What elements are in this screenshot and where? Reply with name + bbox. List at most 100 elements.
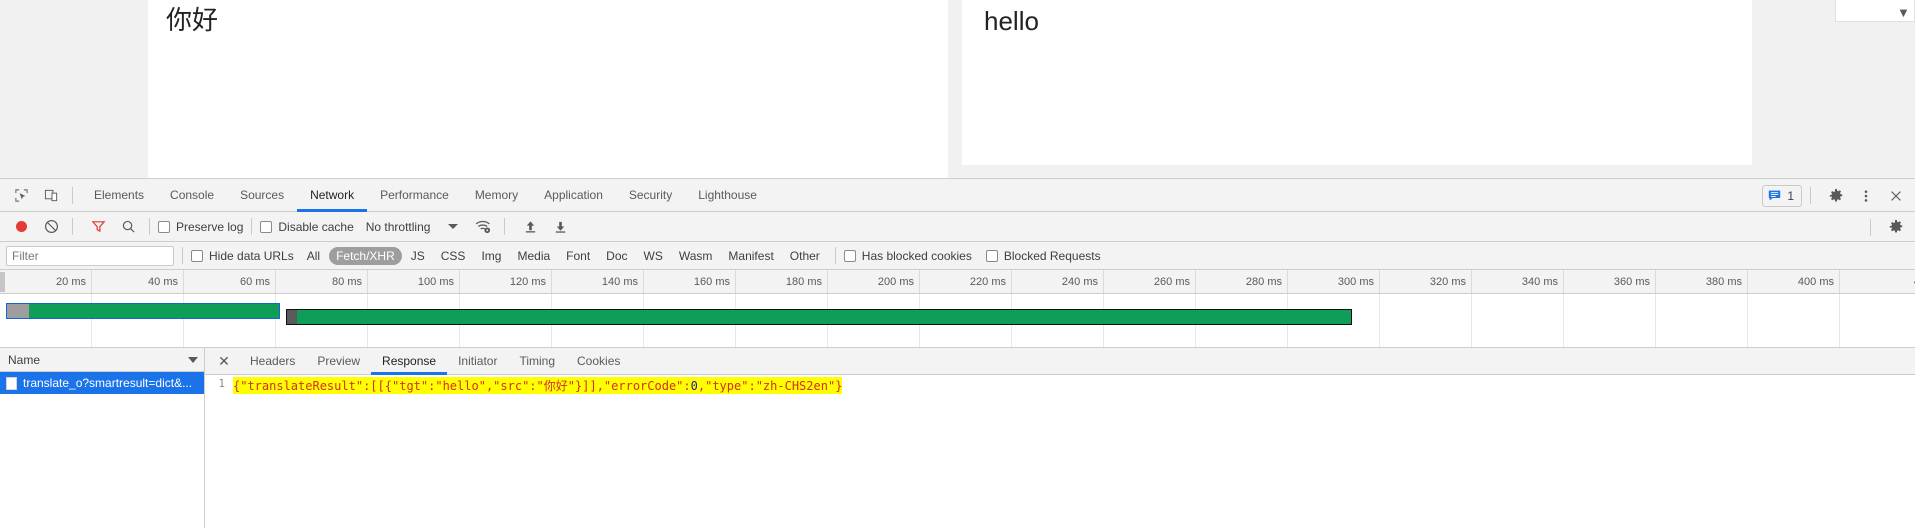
disable-cache-label: Disable cache <box>278 219 354 234</box>
toolbar-divider <box>834 247 836 264</box>
detail-tab-timing[interactable]: Timing <box>508 348 566 375</box>
response-body[interactable]: 1 {"translateResult":[[{"tgt":"hello","s… <box>205 375 1915 528</box>
devtools-tab-list: Elements Console Sources Network Perform… <box>81 179 770 212</box>
overview-gridline <box>1656 294 1748 347</box>
tab-elements[interactable]: Elements <box>81 179 157 212</box>
blocked-requests-label: Blocked Requests <box>1003 248 1101 263</box>
timeline-tick: 360 ms <box>1564 270 1656 293</box>
request-list-header[interactable]: Name <box>0 348 204 372</box>
type-filter-media[interactable]: Media <box>510 247 557 265</box>
chevron-down-icon <box>448 224 459 229</box>
sort-descending-icon <box>188 356 198 363</box>
tab-performance[interactable]: Performance <box>367 179 462 212</box>
close-devtools-icon[interactable] <box>1883 183 1909 209</box>
tab-application[interactable]: Application <box>531 179 616 212</box>
type-filter-font[interactable]: Font <box>559 247 597 265</box>
detail-tab-headers[interactable]: Headers <box>239 348 306 375</box>
checkbox-box <box>843 249 856 262</box>
network-overview[interactable] <box>0 294 1915 348</box>
line-number: 1 <box>218 377 225 390</box>
hide-data-urls-checkbox[interactable]: Hide data URLs <box>191 249 294 263</box>
record-button[interactable] <box>8 214 34 240</box>
timeline-tick: 40 ms <box>92 270 184 293</box>
detail-tab-preview[interactable]: Preview <box>306 348 371 375</box>
network-body: Name translate_o?smartresult=dict&... ✕ … <box>0 348 1915 528</box>
request-name: translate_o?smartresult=dict&... <box>23 376 193 390</box>
message-icon <box>1769 190 1781 201</box>
tab-memory[interactable]: Memory <box>462 179 531 212</box>
response-json-text[interactable]: {"translateResult":[[{"tgt":"hello","src… <box>233 377 843 394</box>
gear-icon[interactable] <box>1823 183 1849 209</box>
filter-input[interactable] <box>6 245 174 266</box>
clear-button[interactable] <box>38 214 64 240</box>
type-filter-doc[interactable]: Doc <box>599 247 634 265</box>
has-blocked-cookies-checkbox[interactable]: Has blocked cookies <box>843 248 972 263</box>
blocked-requests-checkbox[interactable]: Blocked Requests <box>985 248 1101 263</box>
tab-sources[interactable]: Sources <box>227 179 297 212</box>
type-filter-img[interactable]: Img <box>474 247 508 265</box>
type-filter-fetch-xhr[interactable]: Fetch/XHR <box>329 246 402 265</box>
type-filter-css[interactable]: CSS <box>434 247 473 265</box>
export-har-icon[interactable] <box>547 214 573 240</box>
checkbox-box <box>985 249 998 262</box>
overview-gridline <box>1840 294 1915 347</box>
message-count: 1 <box>1787 188 1794 203</box>
type-filter-ws[interactable]: WS <box>637 247 670 265</box>
toolbar-divider <box>504 218 506 235</box>
type-filter-all[interactable]: All <box>300 247 327 265</box>
tab-lighthouse[interactable]: Lighthouse <box>685 179 770 212</box>
response-line: 1 {"translateResult":[[{"tgt":"hello","s… <box>205 375 1915 394</box>
close-detail-icon[interactable]: ✕ <box>213 353 235 370</box>
wifi-settings-icon[interactable] <box>470 214 496 240</box>
column-header-name: Name <box>8 352 41 367</box>
tab-network[interactable]: Network <box>297 179 368 212</box>
timeline-tick: 20 ms <box>0 270 92 293</box>
throttling-select[interactable]: No throttling <box>366 220 459 234</box>
overview-bar-download <box>297 310 1351 324</box>
resource-type-filters: All Fetch/XHR JS CSS Img Media Font Doc … <box>300 246 827 265</box>
timeline-tick: 220 ms <box>920 270 1012 293</box>
overview-gridline <box>1748 294 1840 347</box>
overview-request-bar[interactable] <box>286 309 1352 325</box>
detail-tab-cookies[interactable]: Cookies <box>566 348 631 375</box>
source-text: 你好 <box>166 6 219 36</box>
devtools-panel: Elements Console Sources Network Perform… <box>0 178 1915 528</box>
detail-tab-initiator[interactable]: Initiator <box>447 348 508 375</box>
timeline-tick: 200 ms <box>828 270 920 293</box>
message-count-badge[interactable]: 1 <box>1762 184 1802 207</box>
timeline-tick: 280 ms <box>1196 270 1288 293</box>
timeline-tick: 180 ms <box>736 270 828 293</box>
has-blocked-cookies-label: Has blocked cookies <box>861 248 972 263</box>
request-list: Name translate_o?smartresult=dict&... <box>0 348 205 528</box>
table-row[interactable]: translate_o?smartresult=dict&... <box>0 372 204 394</box>
filter-button[interactable] <box>85 214 111 240</box>
toolbar-divider <box>72 218 73 235</box>
type-filter-other[interactable]: Other <box>783 247 827 265</box>
detail-tab-response[interactable]: Response <box>371 348 448 375</box>
type-filter-js[interactable]: JS <box>404 247 432 265</box>
timeline-tick: 100 ms <box>368 270 460 293</box>
devtools-tabbar: Elements Console Sources Network Perform… <box>0 179 1915 212</box>
type-filter-wasm[interactable]: Wasm <box>672 247 720 265</box>
timeline-tick: 160 ms <box>644 270 736 293</box>
timeline-tick: 60 ms <box>184 270 276 293</box>
more-vertical-icon[interactable] <box>1853 183 1879 209</box>
inspect-element-icon[interactable] <box>8 182 34 208</box>
import-har-icon[interactable] <box>517 214 543 240</box>
tab-console[interactable]: Console <box>157 179 227 212</box>
source-text-panel[interactable]: 你好 ✕ <box>148 0 1056 178</box>
disable-cache-checkbox[interactable]: Disable cache <box>260 219 354 234</box>
toolbar-divider <box>1810 187 1811 204</box>
preserve-log-checkbox[interactable]: Preserve log <box>158 220 243 234</box>
overview-request-bar[interactable] <box>6 303 280 319</box>
overview-gridline <box>1380 294 1472 347</box>
tab-security[interactable]: Security <box>616 179 685 212</box>
target-text: hello <box>984 6 1039 36</box>
network-settings-gear-icon[interactable] <box>1883 214 1909 240</box>
type-filter-manifest[interactable]: Manifest <box>721 247 780 265</box>
device-toolbar-icon[interactable] <box>38 182 64 208</box>
toolbar-divider <box>72 186 73 204</box>
timeline-ruler[interactable]: 20 ms 40 ms 60 ms 80 ms 100 ms 120 ms 140 ms 16… <box>0 270 1915 294</box>
chevron-down-icon[interactable]: ▼ <box>1897 6 1911 20</box>
search-button[interactable] <box>115 214 141 240</box>
